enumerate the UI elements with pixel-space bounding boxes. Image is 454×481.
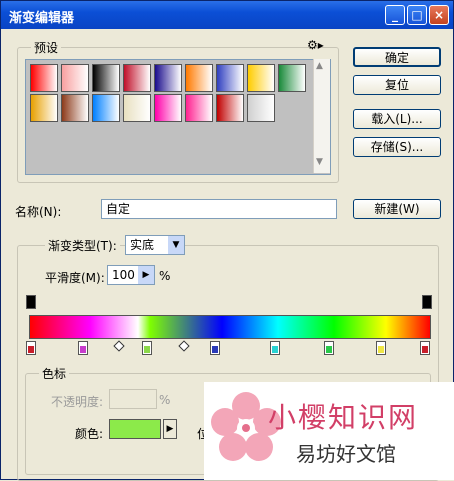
color-stop-fill [212, 346, 218, 353]
presets-label: 预设 [31, 39, 62, 56]
color-swatch[interactable] [109, 419, 161, 439]
opacity-unit: % [159, 393, 171, 407]
color-stop-fill [378, 346, 384, 353]
preset-swatch[interactable] [92, 64, 120, 92]
smoothness-unit: % [159, 269, 171, 283]
gradient-type-select[interactable]: 实底 ▼ [125, 235, 185, 255]
watermark-line1: 小樱知识网 [268, 401, 419, 434]
watermark-line2: 易坊好文馆 [296, 442, 396, 466]
preset-swatch[interactable] [278, 64, 306, 92]
window-title: 渐变编辑器 [9, 11, 75, 26]
color-stop[interactable] [270, 341, 280, 355]
new-button[interactable]: 新建(W) [353, 199, 441, 219]
color-stop[interactable] [78, 341, 88, 355]
smoothness-input[interactable]: 100 ▶ [107, 265, 155, 285]
gradient-bar[interactable] [29, 315, 431, 339]
color-stop[interactable] [210, 341, 220, 355]
opacity-input [109, 389, 157, 409]
opacity-stop-right[interactable] [422, 295, 432, 309]
color-stop-fill [28, 346, 34, 353]
chevron-down-icon[interactable]: ▼ [168, 236, 184, 254]
color-stop[interactable] [26, 341, 36, 355]
preset-swatch[interactable] [216, 94, 244, 122]
opacity-stop-left[interactable] [26, 295, 36, 309]
reset-button[interactable]: 复位 [353, 75, 441, 95]
preset-swatch[interactable] [154, 94, 182, 122]
color-menu-arrow-icon[interactable]: ▶ [163, 419, 177, 439]
scroll-up-icon[interactable]: ▲ [316, 61, 323, 71]
preset-list[interactable] [25, 59, 331, 175]
load-button[interactable]: 载入(L)... [353, 109, 441, 129]
preset-swatch[interactable] [92, 94, 120, 122]
chevron-right-icon[interactable]: ▶ [138, 266, 154, 284]
scroll-down-icon[interactable]: ▼ [316, 157, 323, 167]
preset-swatch[interactable] [185, 94, 213, 122]
minimize-button[interactable]: _ [385, 5, 405, 25]
ok-button[interactable]: 确定 [353, 47, 441, 67]
preset-swatch[interactable] [123, 94, 151, 122]
save-button[interactable]: 存储(S)... [353, 137, 441, 157]
preset-swatch[interactable] [61, 94, 89, 122]
preset-swatch[interactable] [185, 64, 213, 92]
color-stop-fill [422, 346, 428, 353]
color-stop-fill [326, 346, 332, 353]
preset-swatch[interactable] [30, 94, 58, 122]
smoothness-label: 平滑度(M): [45, 271, 105, 285]
watermark: 小樱知识网 易坊好文馆 [204, 382, 454, 480]
maximize-button[interactable]: □ [407, 5, 427, 25]
close-button[interactable]: × [429, 5, 449, 25]
color-stop[interactable] [420, 341, 430, 355]
color-stop[interactable] [376, 341, 386, 355]
color-label: 颜色: [75, 427, 104, 441]
stops-label: 色标 [39, 365, 70, 382]
name-label: 名称(N): [15, 205, 62, 219]
color-stop-fill [272, 346, 278, 353]
name-input[interactable]: 自定 [101, 199, 337, 219]
color-stop[interactable] [324, 341, 334, 355]
preset-swatch[interactable] [216, 64, 244, 92]
smoothness-value: 100 [112, 268, 135, 282]
preset-scrollbar[interactable]: ▲ ▼ [313, 59, 330, 173]
gear-icon[interactable]: ⚙▸ [307, 38, 324, 52]
title-bar[interactable]: 渐变编辑器 _ □ × [1, 1, 453, 29]
preset-swatch[interactable] [247, 94, 275, 122]
opacity-label: 不透明度: [51, 395, 104, 409]
preset-swatch[interactable] [30, 64, 58, 92]
color-stop[interactable] [142, 341, 152, 355]
preset-swatch[interactable] [123, 64, 151, 92]
preset-swatch[interactable] [154, 64, 182, 92]
color-stop-fill [80, 346, 86, 353]
color-stop-fill [144, 346, 150, 353]
gradient-type-value: 实底 [130, 238, 155, 252]
preset-swatch[interactable] [61, 64, 89, 92]
preset-swatch[interactable] [247, 64, 275, 92]
gradient-type-label: 渐变类型(T): [45, 237, 120, 254]
